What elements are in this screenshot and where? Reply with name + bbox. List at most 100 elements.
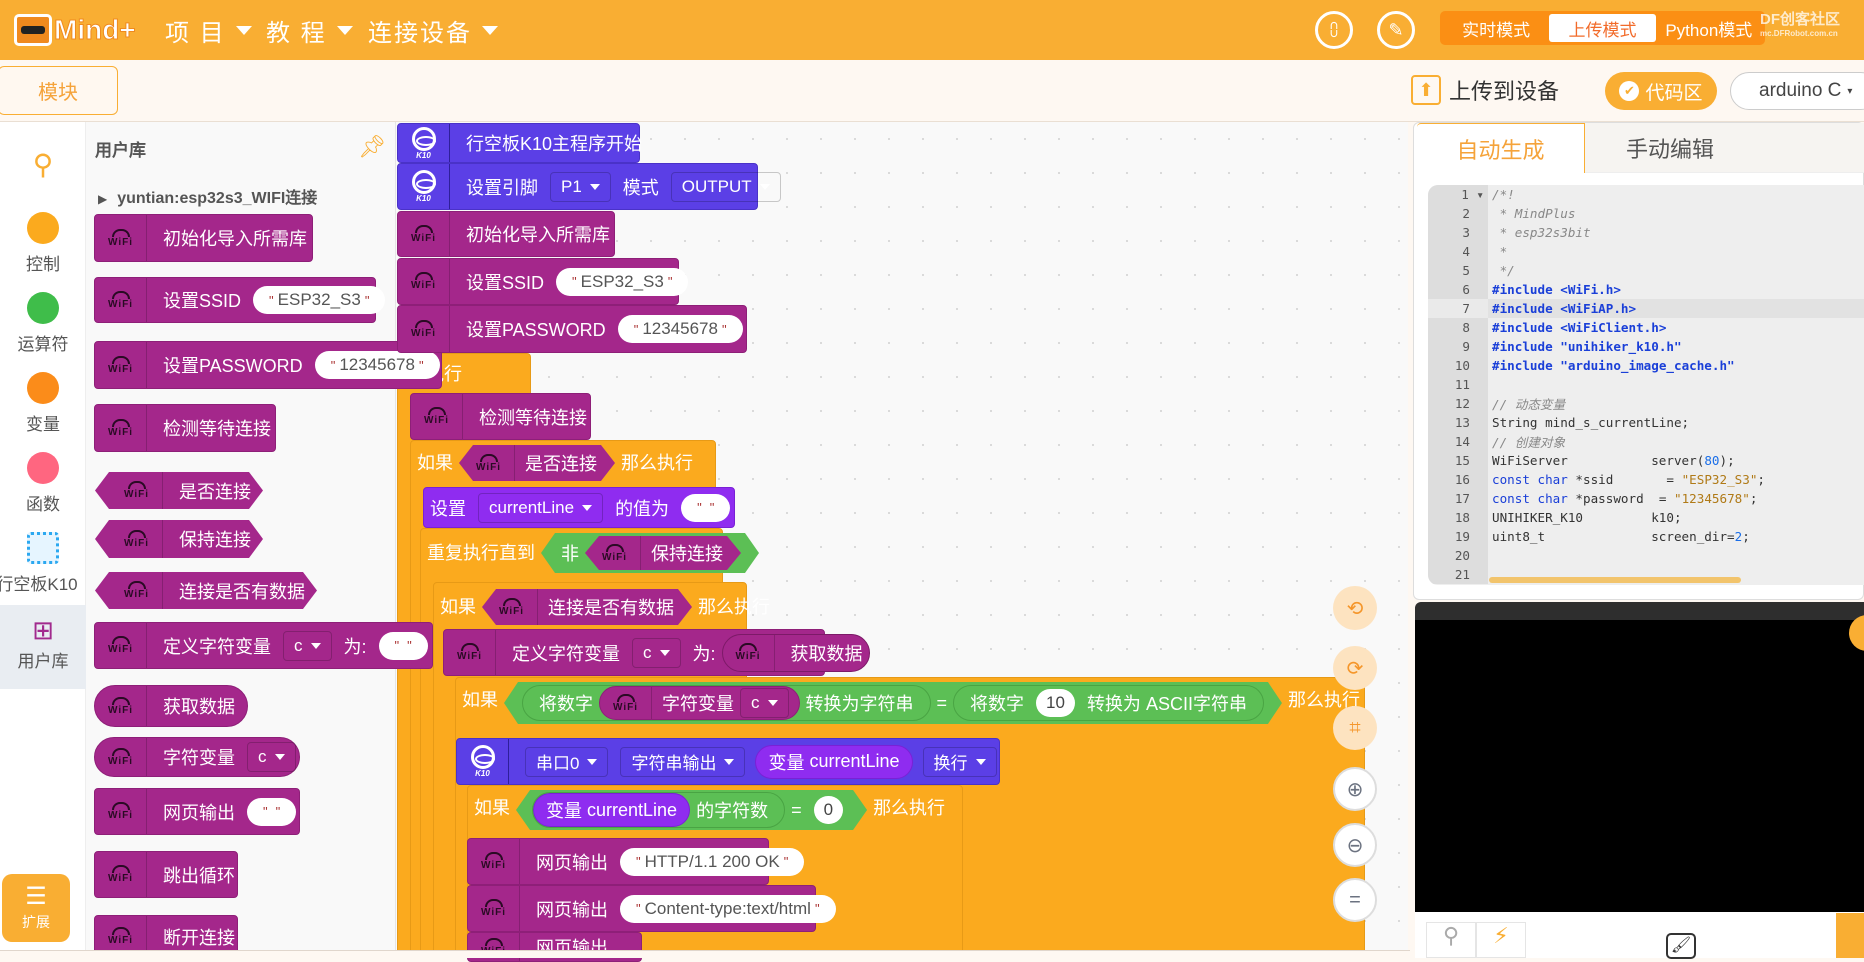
redo-icon[interactable]: ⟳ bbox=[1333, 646, 1377, 690]
line-number: 2 bbox=[1428, 204, 1488, 223]
usb-disconnected-icon[interactable]: ⚡ bbox=[1476, 922, 1526, 958]
blocks-tab[interactable]: 模块 bbox=[0, 66, 118, 115]
palette-define-var-block[interactable]: WiFi 定义字符变量 c 为: bbox=[94, 622, 433, 669]
palette-getdata-block[interactable]: WiFi 获取数据 bbox=[94, 685, 248, 727]
zoom-out-icon[interactable]: ⊖ bbox=[1333, 823, 1377, 867]
edit-icon[interactable]: ✎ bbox=[1377, 11, 1415, 49]
var-dropdown[interactable]: c bbox=[740, 688, 789, 718]
undo-icon[interactable]: ⟲ bbox=[1333, 586, 1377, 630]
clear-brush-icon[interactable]: 🖌︎ bbox=[1666, 933, 1696, 959]
dropdown[interactable]: 字符串输出 bbox=[620, 746, 746, 777]
number-input[interactable]: 10 bbox=[1036, 689, 1075, 717]
text-input[interactable]: ESP32_S3 bbox=[556, 267, 689, 296]
text-input[interactable]: Content-type:text/html bbox=[620, 894, 836, 923]
mode-python[interactable]: Python模式 bbox=[1656, 14, 1762, 42]
dropdown[interactable]: 串口0 bbox=[525, 746, 609, 777]
k10-main-block[interactable]: K10 行空板K10主程序开始 bbox=[397, 123, 642, 163]
text-input[interactable]: 12345678 bbox=[314, 351, 440, 379]
tab-auto-generate[interactable]: 自动生成 bbox=[1417, 123, 1585, 173]
text-input[interactable] bbox=[378, 631, 428, 660]
webout-content-type-block[interactable]: WiFi网页输出Content-type:text/html bbox=[467, 885, 836, 932]
text-input[interactable] bbox=[247, 797, 297, 826]
wifi-icon: WiFi bbox=[95, 686, 147, 726]
horizontal-scrollbar[interactable] bbox=[1489, 577, 1741, 583]
code-line: 14// 创建对象 bbox=[1428, 432, 1864, 451]
ssid-block[interactable]: WiFi设置SSIDESP32_S3 bbox=[397, 258, 689, 305]
category-dot bbox=[27, 212, 59, 244]
text-input[interactable]: 12345678 bbox=[617, 315, 743, 343]
menu-button[interactable] bbox=[1836, 913, 1864, 958]
password-block[interactable]: WiFi设置PASSWORD12345678 bbox=[397, 305, 747, 353]
palette-webout-block[interactable]: WiFi 网页输出 bbox=[94, 788, 300, 835]
palette-isconnected-block[interactable]: WiFi 是否连接 bbox=[95, 472, 263, 509]
dropdown[interactable]: c bbox=[632, 637, 681, 668]
line-number: 5 bbox=[1428, 261, 1488, 280]
category-variables[interactable]: 变量 bbox=[0, 372, 86, 435]
serial-print-block[interactable]: K10 串口0 字符串输出 变量 currentLine 换行 bbox=[456, 738, 1000, 785]
palette-ssid-block[interactable]: WiFi设置SSIDESP32_S3 bbox=[94, 277, 386, 323]
wifi-icon: WiFi bbox=[723, 634, 775, 671]
category-operators[interactable]: 运算符 bbox=[0, 292, 86, 355]
dropdown[interactable]: c bbox=[247, 742, 296, 772]
set-pin-block[interactable]: K10 设置引脚 P1 模式 OUTPUT bbox=[397, 163, 781, 210]
dropdown[interactable]: currentLine bbox=[478, 492, 604, 523]
caret-down-icon bbox=[235, 25, 252, 35]
line-number: 19 bbox=[1428, 527, 1488, 546]
zoom-in-icon[interactable]: ⊕ bbox=[1333, 767, 1377, 811]
top-menu-bar: Mind+ 项 目 教 程 连接设备 ⩇ ✎ 实时模式 上传模式 Python模… bbox=[0, 0, 1864, 60]
expand-triangle-icon: ▶ bbox=[98, 192, 108, 206]
wifi-icon: WiFi bbox=[95, 623, 147, 668]
text-input[interactable] bbox=[681, 493, 731, 522]
palette-init-block[interactable]: WiFi 初始化导入所需库 bbox=[94, 214, 313, 262]
dropdown[interactable]: P1 bbox=[550, 171, 611, 202]
set-variable-block[interactable]: 设置 currentLine 的值为 bbox=[423, 487, 735, 528]
extensions-button[interactable]: ☰ 扩展 bbox=[2, 874, 70, 942]
dropdown[interactable]: c bbox=[283, 630, 332, 661]
chart-icon[interactable]: ⩇ bbox=[1315, 11, 1353, 49]
language-dropdown[interactable]: arduino C ▾ bbox=[1730, 72, 1864, 110]
wifi-icon: WiFi bbox=[411, 394, 463, 439]
category-control[interactable]: 控制 bbox=[0, 212, 86, 275]
category-user-library[interactable]: ⊞ 用户库 bbox=[0, 605, 86, 689]
wifi-icon: WiFi bbox=[111, 520, 163, 558]
webout-http-block[interactable]: WiFi网页输出HTTP/1.1 200 OK bbox=[467, 838, 805, 885]
palette-keep-block[interactable]: WiFi 保持连接 bbox=[95, 520, 263, 558]
palette-wait-block[interactable]: WiFi 检测等待连接 bbox=[94, 404, 276, 452]
category-menu: ⚲ 控制 运算符 变量 函数 行空板K10 ⊞ 用户库 ☰ 扩展 bbox=[0, 122, 86, 950]
usb-icon[interactable]: ⚲ bbox=[1426, 922, 1476, 958]
menu-tutorial[interactable]: 教 程 bbox=[266, 12, 353, 48]
serial-console[interactable] bbox=[1415, 602, 1864, 912]
search-icon[interactable]: ⚲ bbox=[0, 148, 86, 181]
pin-icon[interactable]: 📌︎ bbox=[358, 134, 386, 160]
k10-icon: K10 bbox=[398, 164, 450, 209]
wait-connect-block[interactable]: WiFi 检测等待连接 bbox=[410, 393, 591, 440]
code-line: 13 String mind_s_currentLine; bbox=[1428, 413, 1864, 432]
menu-project[interactable]: 项 目 bbox=[165, 12, 252, 48]
text-input[interactable]: ESP32_S3 bbox=[253, 286, 386, 314]
wifi-icon: WiFi bbox=[95, 278, 147, 322]
init-block[interactable]: WiFi 初始化导入所需库 bbox=[397, 211, 615, 257]
palette-charvar-block[interactable]: WiFi 字符变量 c bbox=[94, 737, 300, 777]
code-editor[interactable]: 1 ▾/*! 2 * MindPlus 3 * esp32s3bit 4 * 5 */6… bbox=[1428, 185, 1864, 585]
reset-zoom-icon[interactable]: = bbox=[1333, 878, 1377, 922]
dropdown[interactable]: OUTPUT bbox=[670, 171, 781, 202]
upload-to-device-button[interactable]: ⬆ 上传到设备 bbox=[1411, 73, 1559, 107]
mode-upload[interactable]: 上传模式 bbox=[1549, 14, 1656, 42]
define-var-block[interactable]: WiFi 定义字符变量 c 为: WiFi 获取数据 bbox=[443, 629, 870, 676]
dropdown[interactable]: 换行 bbox=[922, 746, 997, 777]
text-input[interactable]: HTTP/1.1 200 OK bbox=[620, 847, 805, 876]
mode-realtime[interactable]: 实时模式 bbox=[1443, 14, 1549, 42]
crop-icon[interactable]: ⌗ bbox=[1333, 706, 1377, 750]
number-input[interactable]: 0 bbox=[814, 796, 843, 824]
menu-connect-device[interactable]: 连接设备 bbox=[368, 12, 498, 48]
code-line: 11 bbox=[1428, 375, 1864, 394]
category-k10[interactable]: 行空板K10 bbox=[0, 532, 86, 595]
palette-break-block[interactable]: WiFi 跳出循环 bbox=[94, 851, 238, 898]
mindplus-logo: Mind+ bbox=[14, 8, 144, 52]
code-area-button[interactable]: ✔ 代码区 bbox=[1605, 72, 1717, 110]
palette-password-block[interactable]: WiFi设置PASSWORD12345678 bbox=[94, 341, 442, 389]
category-functions[interactable]: 函数 bbox=[0, 452, 86, 515]
tab-manual-edit[interactable]: 手动编辑 bbox=[1585, 123, 1755, 173]
library-group[interactable]: ▶ yuntian:esp32s3_WIFI连接 bbox=[98, 184, 317, 208]
palette-hasdata-block[interactable]: WiFi 连接是否有数据 bbox=[95, 572, 317, 609]
